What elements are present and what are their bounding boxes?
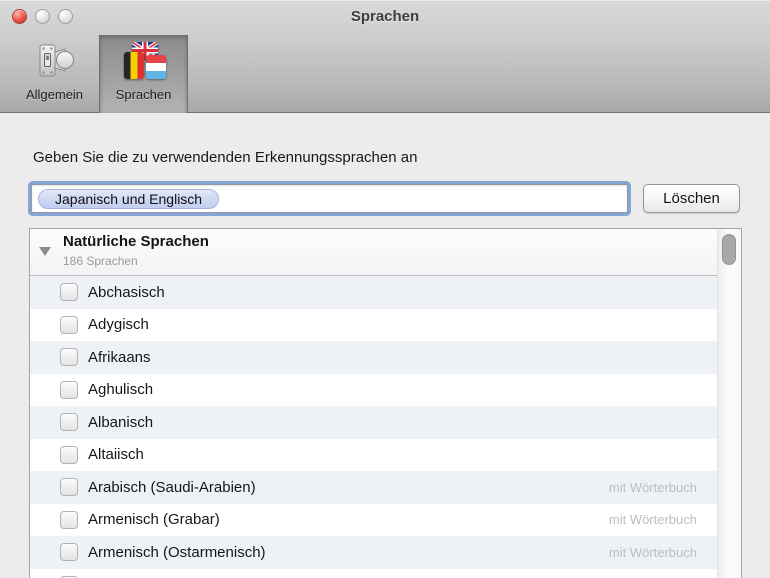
- window-title: Sprachen: [350, 8, 420, 25]
- toolbar-label-sprachen: Sprachen: [115, 87, 172, 102]
- preferences-window: Sprachen Allgemein Sprachen Geben Sie di…: [0, 0, 770, 578]
- scrollbar-track[interactable]: [717, 229, 741, 578]
- language-token[interactable]: Japanisch und Englisch: [38, 188, 220, 209]
- languages-flags-icon: [122, 40, 166, 84]
- toolbar-item-allgemein[interactable]: Allgemein: [10, 35, 99, 113]
- language-row-altaiisch[interactable]: Altaiisch: [30, 438, 741, 471]
- language-rows: Abchasisch Adygisch Afrikaans Aghulisch: [30, 276, 741, 578]
- language-row-afrikaans[interactable]: Afrikaans: [30, 341, 741, 374]
- scrollbar-thumb[interactable]: [722, 234, 736, 265]
- recognition-languages-token-field[interactable]: Japanisch und Englisch: [31, 184, 628, 213]
- group-header-natural-languages[interactable]: Natürliche Sprachen 186 Sprachen: [30, 229, 741, 276]
- group-title: Natürliche Sprachen: [63, 233, 209, 250]
- checkbox[interactable]: [60, 510, 78, 529]
- toolbar-label-allgemein: Allgemein: [25, 87, 84, 102]
- checkbox[interactable]: [60, 413, 78, 432]
- disclosure-triangle-icon[interactable]: [39, 247, 51, 256]
- checkbox[interactable]: [60, 380, 78, 399]
- instruction-text: Geben Sie die zu verwendenden Erkennungs…: [33, 149, 418, 166]
- clear-button[interactable]: Löschen: [643, 184, 740, 213]
- language-row-abchasisch[interactable]: Abchasisch: [30, 276, 741, 309]
- language-row-armenisch-ostarmenisch[interactable]: Armenisch (Ostarmenisch) mit Wörterbuch: [30, 536, 741, 569]
- checkbox[interactable]: [60, 445, 78, 464]
- language-row-adygisch[interactable]: Adygisch: [30, 308, 741, 341]
- checkbox[interactable]: [60, 315, 78, 334]
- checkbox[interactable]: [60, 283, 78, 302]
- group-subtitle: 186 Sprachen: [63, 254, 138, 268]
- window-chrome: Sprachen Allgemein Sprachen: [0, 0, 770, 113]
- language-row-partial[interactable]: [30, 568, 741, 578]
- toolbar-item-sprachen[interactable]: Sprachen: [99, 35, 188, 113]
- checkbox[interactable]: [60, 348, 78, 367]
- checkbox[interactable]: [60, 543, 78, 562]
- titlebar[interactable]: Sprachen: [0, 0, 770, 35]
- languages-list: Natürliche Sprachen 186 Sprachen Abchasi…: [29, 228, 742, 578]
- checkbox[interactable]: [60, 478, 78, 497]
- light-switch-icon: [33, 40, 77, 84]
- language-row-armenisch-grabar[interactable]: Armenisch (Grabar) mit Wörterbuch: [30, 503, 741, 536]
- language-row-aghulisch[interactable]: Aghulisch: [30, 373, 741, 406]
- luxembourg-flag-icon: [145, 55, 166, 79]
- belgium-flag-icon: [123, 52, 144, 79]
- toolbar: Allgemein Sprachen: [10, 35, 188, 113]
- language-row-arabisch[interactable]: Arabisch (Saudi-Arabien) mit Wörterbuch: [30, 471, 741, 504]
- language-row-albanisch[interactable]: Albanisch: [30, 406, 741, 439]
